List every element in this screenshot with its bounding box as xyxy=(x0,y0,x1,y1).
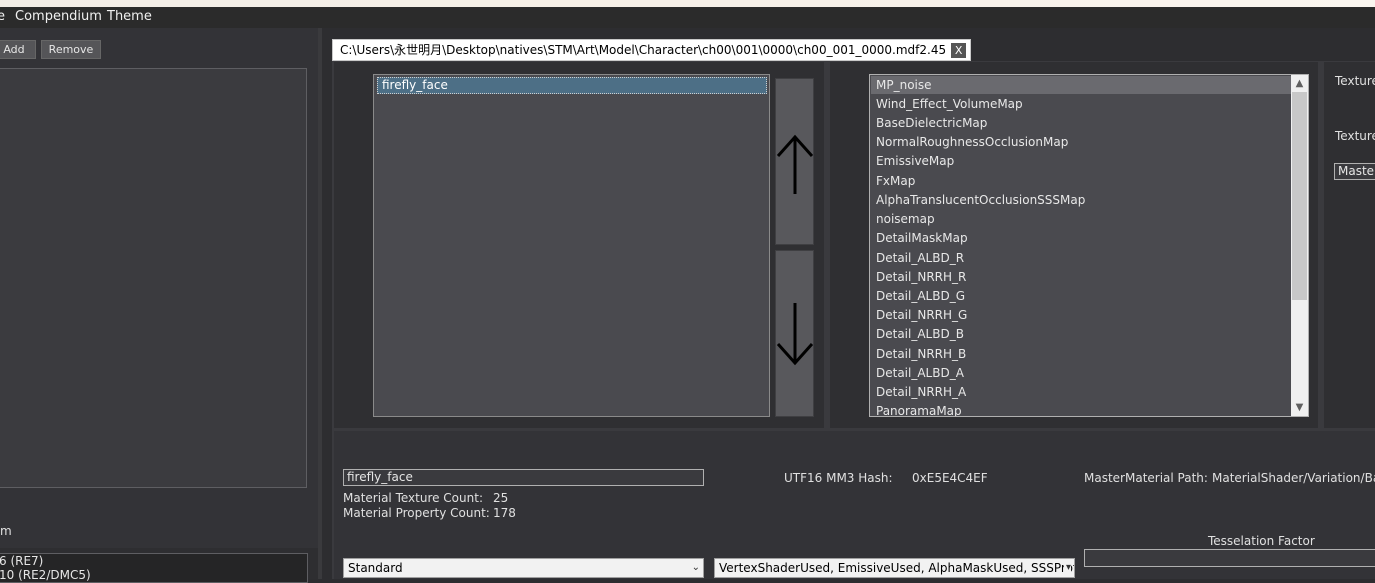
master-material-value: MaterialShader/Variation/Ba xyxy=(1212,471,1375,485)
scrollbar-thumb[interactable] xyxy=(1292,92,1307,300)
move-down-button[interactable] xyxy=(775,250,814,417)
material-list[interactable]: firefly_face xyxy=(373,74,770,417)
left-section-label: m xyxy=(0,524,12,538)
file-tab[interactable]: C:\Users\永世明月\Desktop\natives\STM\Art\Mo… xyxy=(332,39,972,61)
list-item[interactable]: Wind_Effect_VolumeMap xyxy=(876,97,1023,112)
chevron-down-icon: ⌄ xyxy=(691,562,700,573)
add-button[interactable]: Add xyxy=(0,40,36,59)
list-item[interactable]: 6 (RE7) xyxy=(0,554,307,568)
remove-button[interactable]: Remove xyxy=(41,40,101,59)
hash-value: 0xE5E4C4EF xyxy=(912,471,988,485)
master-material-label: MasterMaterial Path: xyxy=(1084,471,1208,485)
list-item[interactable]: Detail_NRRH_R xyxy=(876,270,966,285)
list-item[interactable]: AlphaTranslucentOcclusionSSSMap xyxy=(876,193,1085,208)
arrow-up-icon xyxy=(776,134,814,194)
list-item[interactable]: DetailMaskMap xyxy=(876,231,968,246)
list-item[interactable]: Detail_ALBD_R xyxy=(876,251,964,266)
texture-list[interactable]: MP_noise Wind_Effect_VolumeMap BaseDiele… xyxy=(869,74,1309,417)
shader-flags-select[interactable]: VertexShaderUsed, EmissiveUsed, AlphaMas… xyxy=(714,558,1075,578)
texture-label-2: Texture xyxy=(1335,129,1375,143)
move-up-button[interactable] xyxy=(775,78,814,245)
menu-item-compendium[interactable]: Compendium xyxy=(15,9,102,24)
tesselation-field[interactable] xyxy=(1084,549,1375,567)
list-item[interactable]: Detail_NRRH_A xyxy=(876,385,966,400)
tab-title: C:\Users\永世明月\Desktop\natives\STM\Art\Mo… xyxy=(340,43,947,57)
menu-item-theme[interactable]: Theme xyxy=(107,9,152,24)
list-item[interactable]: EmissiveMap xyxy=(876,154,954,169)
window-top-strip xyxy=(0,0,1375,7)
hash-label: UTF16 MM3 Hash: xyxy=(784,471,893,485)
tesselation-label: Tesselation Factor xyxy=(1208,534,1315,548)
list-item[interactable]: 10 (RE2/DMC5) xyxy=(0,568,307,582)
file-list[interactable] xyxy=(0,68,307,488)
list-item[interactable]: FxMap xyxy=(876,174,915,189)
material-name-field[interactable]: firefly_face xyxy=(343,469,704,486)
texture-count-value: 25 xyxy=(493,491,509,505)
menu-item-partial[interactable]: e xyxy=(0,9,5,24)
shader-flags-value: VertexShaderUsed, EmissiveUsed, AlphaMas… xyxy=(719,561,1075,575)
list-item[interactable]: Detail_ALBD_A xyxy=(876,366,964,381)
list-item[interactable]: firefly_face xyxy=(377,77,767,94)
texture-selection-highlight xyxy=(871,76,1291,94)
list-item[interactable]: Detail_NRRH_G xyxy=(876,308,967,323)
list-item[interactable]: noisemap xyxy=(876,212,935,227)
list-item[interactable]: BaseDielectricMap xyxy=(876,116,987,131)
texture-properties-panel xyxy=(1324,62,1375,428)
list-item[interactable]: Detail_ALBD_B xyxy=(876,327,964,342)
chevron-down-icon: ▾ xyxy=(1063,559,1071,577)
list-item[interactable]: MP_noise xyxy=(876,78,932,93)
scroll-up-icon[interactable]: ▲ xyxy=(1291,75,1308,92)
menu-bar: e Compendium Theme xyxy=(0,7,1375,28)
property-count-value: 178 xyxy=(493,506,516,520)
material-type-select[interactable]: Standard ⌄ xyxy=(343,558,704,578)
texture-count-label: Material Texture Count: xyxy=(343,491,483,505)
texture-list-scrollbar[interactable]: ▲ ▼ xyxy=(1291,75,1308,416)
list-item[interactable]: PanoramaMap xyxy=(876,404,962,416)
material-type-value: Standard xyxy=(348,561,403,575)
scroll-down-icon[interactable]: ▼ xyxy=(1291,399,1308,416)
list-item[interactable]: Detail_ALBD_G xyxy=(876,289,965,304)
list-item[interactable]: NormalRoughnessOcclusionMap xyxy=(876,135,1068,150)
close-icon[interactable]: X xyxy=(951,43,967,58)
texture-path-field[interactable]: Master xyxy=(1334,163,1375,180)
texture-label: Texture xyxy=(1335,74,1375,88)
arrow-down-icon xyxy=(776,303,814,366)
list-item[interactable]: Detail_NRRH_B xyxy=(876,347,966,362)
property-count-label: Material Property Count: xyxy=(343,506,490,520)
